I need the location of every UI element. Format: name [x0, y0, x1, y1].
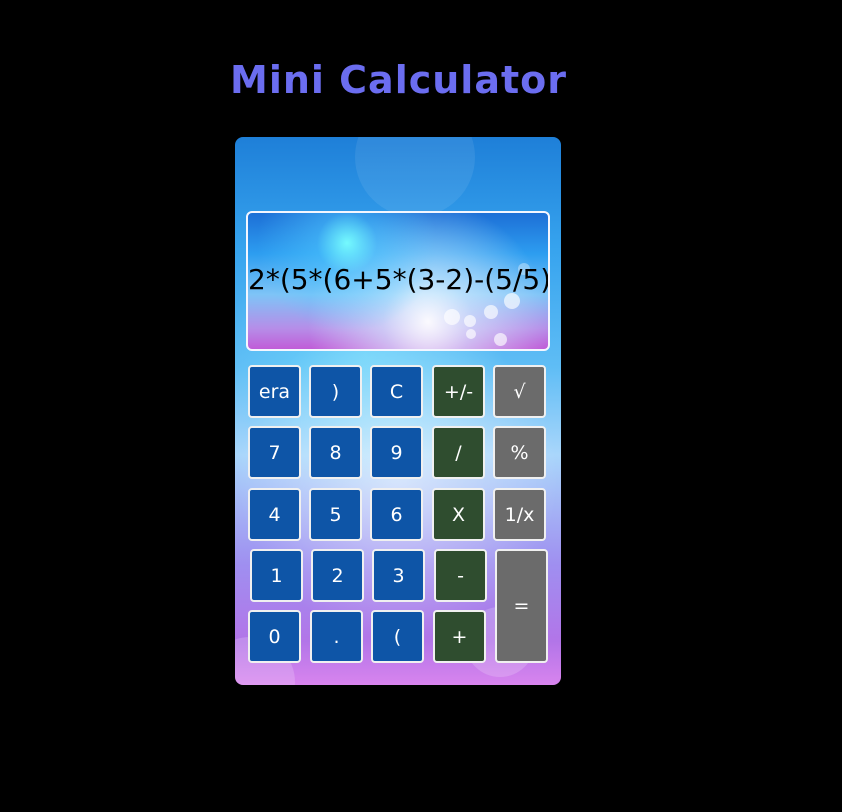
digit-6-button[interactable]: 6: [370, 488, 423, 541]
plus-button[interactable]: +: [433, 610, 486, 663]
calculator-panel: 2*(5*(6+5*(3-2)-(5/5) era ) C +/- √ 7 8 …: [235, 137, 561, 685]
digit-2-button[interactable]: 2: [311, 549, 364, 602]
reciprocal-button[interactable]: 1/x: [493, 488, 546, 541]
digit-1-button[interactable]: 1: [250, 549, 303, 602]
equals-button[interactable]: =: [495, 549, 548, 663]
clear-button[interactable]: C: [370, 365, 423, 418]
display-expression: 2*(5*(6+5*(3-2)-(5/5): [248, 263, 550, 296]
percent-button[interactable]: %: [493, 426, 546, 479]
sqrt-button[interactable]: √: [493, 365, 546, 418]
open-paren-button[interactable]: (: [371, 610, 424, 663]
plus-minus-button[interactable]: +/-: [432, 365, 485, 418]
calculator-display: 2*(5*(6+5*(3-2)-(5/5): [246, 211, 550, 351]
decimal-point-button[interactable]: .: [310, 610, 363, 663]
digit-0-button[interactable]: 0: [248, 610, 301, 663]
digit-9-button[interactable]: 9: [370, 426, 423, 479]
digit-8-button[interactable]: 8: [309, 426, 362, 479]
close-paren-button[interactable]: ): [309, 365, 362, 418]
digit-4-button[interactable]: 4: [248, 488, 301, 541]
minus-button[interactable]: -: [434, 549, 487, 602]
page-title: Mini Calculator: [230, 58, 567, 102]
multiply-button[interactable]: X: [432, 488, 485, 541]
digit-5-button[interactable]: 5: [309, 488, 362, 541]
digit-3-button[interactable]: 3: [372, 549, 425, 602]
divide-button[interactable]: /: [432, 426, 485, 479]
digit-7-button[interactable]: 7: [248, 426, 301, 479]
erase-button[interactable]: era: [248, 365, 301, 418]
